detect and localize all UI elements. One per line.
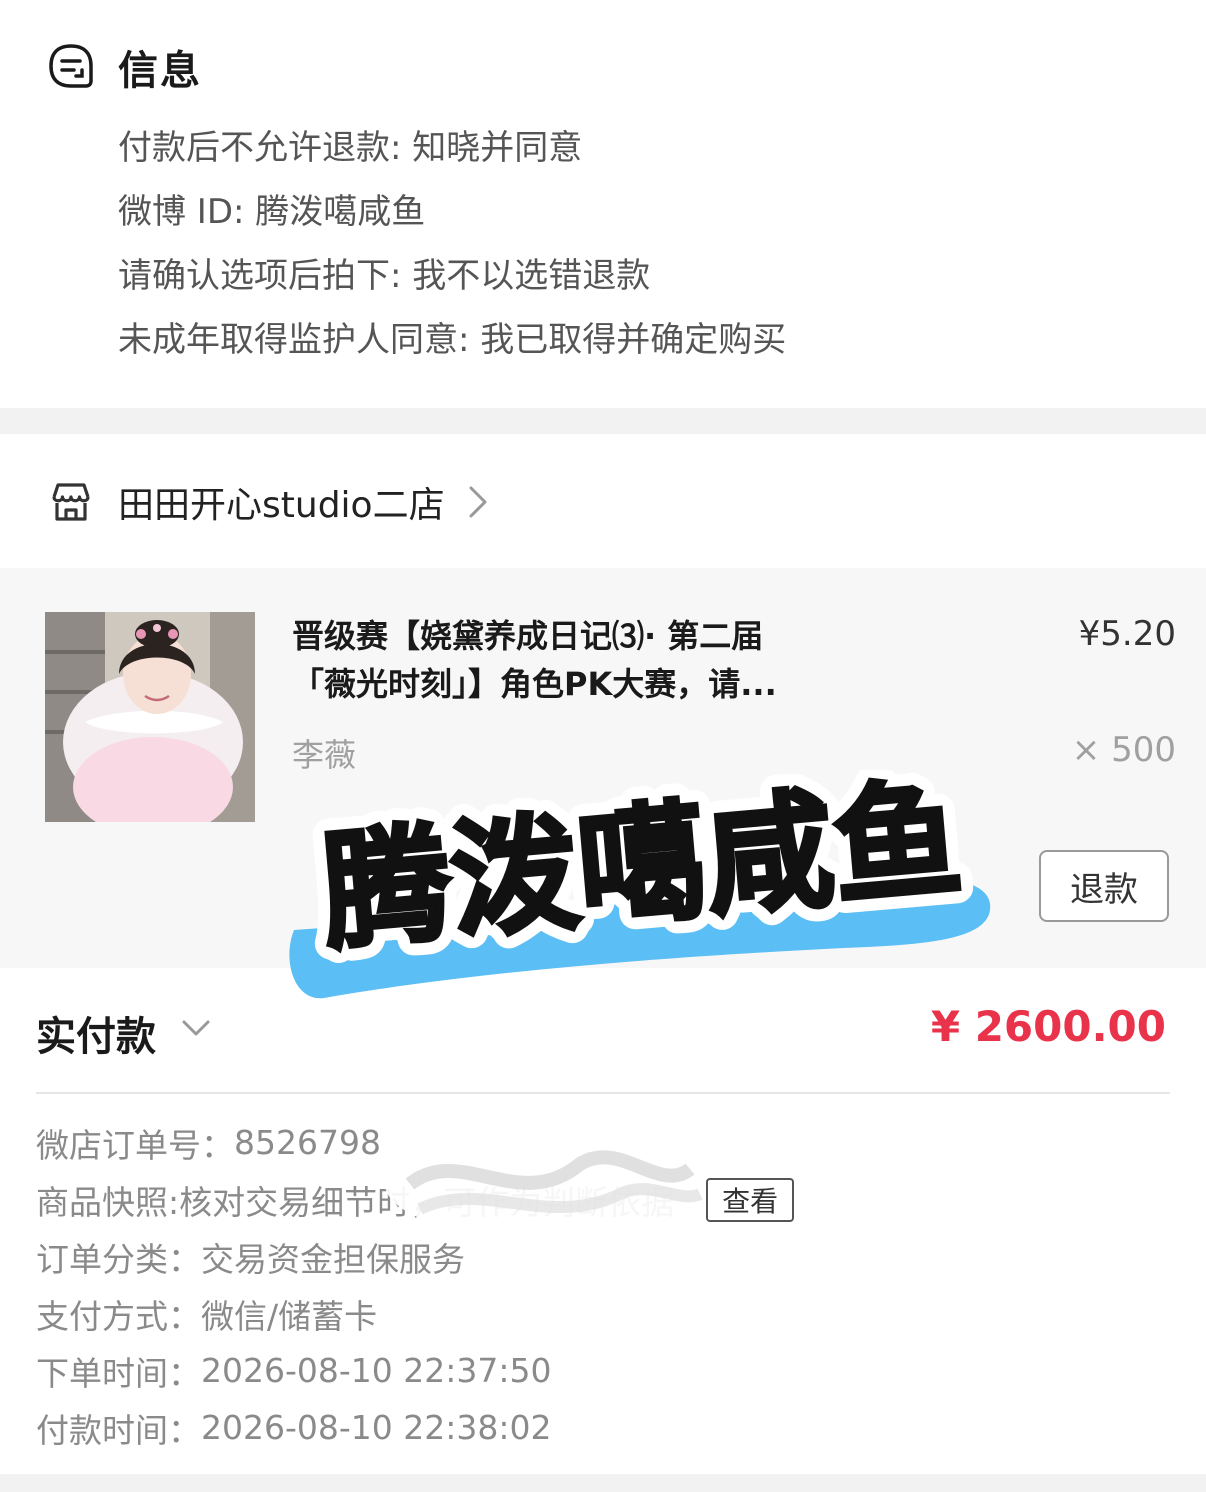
product-title[interactable]: 晋级赛【娆黛养成日记⑶· 第二届 「薇光时刻」】角色PK大赛，请... (292, 612, 872, 708)
paid-amount: ¥ 2600.00 (930, 1002, 1166, 1051)
product-title-line-2: 「薇光时刻」】角色PK大赛，请... (292, 665, 777, 703)
product-title-line-1: 晋级赛【娆黛养成日记⑶· 第二届 (292, 617, 764, 655)
store-icon (52, 483, 90, 521)
paid-row: 实付款 ¥ 2600.00 (36, 1002, 1170, 1064)
order-time-label: 下单时间： (36, 1353, 201, 1393)
divider (36, 1092, 1170, 1094)
detail-category: 订单分类： 交易资金担保服务 (36, 1228, 1176, 1285)
shop-name: 田田开心studio二店 (118, 485, 445, 526)
info-line-guardian-consent: 未成年取得监护人同意: 我已取得并确定购买 (118, 320, 787, 360)
detail-snapshot: 商品快照: 核对交易细节时，可作为判断依据 查看 (36, 1171, 1176, 1228)
order-section: 田田开心studio二店 晋级赛【娆黛养成日记⑶· 第二届 「薇光时刻」】角色P… (0, 434, 1206, 1474)
product-quantity: × 500 (1071, 730, 1176, 770)
pay-method-value: 微信/储蓄卡 (201, 1296, 378, 1336)
snapshot-value: 核对交易细节时，可作为判断依据 (179, 1182, 675, 1222)
info-line-weibo-id: 微博 ID: 腾泼噶咸鱼 (118, 192, 426, 232)
detail-pay-method: 支付方式： 微信/储蓄卡 (36, 1285, 1176, 1342)
message-icon (49, 44, 93, 88)
product-image (45, 612, 255, 822)
detail-order-time: 下单时间： 2026-08-10 22:37:50 (36, 1342, 1176, 1399)
pay-time-label: 付款时间： (36, 1410, 201, 1450)
snapshot-label: 商品快照: (36, 1182, 180, 1222)
product-sku: 李薇 (292, 736, 357, 774)
chevron-right-icon (469, 486, 487, 518)
refund-button[interactable]: 退款 (1039, 850, 1169, 922)
product-thumbnail[interactable] (45, 612, 255, 822)
detail-order-number: 微店订单号： 8526798 (36, 1114, 1176, 1171)
category-label: 订单分类： (36, 1239, 201, 1279)
info-title: 信息 (118, 48, 202, 94)
order-number-value[interactable]: 8526798 (234, 1123, 381, 1162)
info-lines: 付款后不允许退款: 知晓并同意 微博 ID: 腾泼噶咸鱼 请确认选项后拍下: 我… (118, 120, 786, 376)
info-header: 信息 (46, 38, 202, 96)
category-value: 交易资金担保服务 (201, 1239, 465, 1279)
shop-link[interactable]: 田田开心studio二店 (46, 472, 489, 532)
chevron-down-icon[interactable] (180, 1016, 212, 1040)
order-item[interactable]: 晋级赛【娆黛养成日记⑶· 第二届 「薇光时刻」】角色PK大赛，请... ¥5.2… (0, 568, 1206, 968)
pay-method-label: 支付方式： (36, 1296, 201, 1336)
order-time-value: 2026-08-10 22:37:50 (201, 1351, 552, 1390)
info-line-confirm-option: 请确认选项后拍下: 我不以选错退款 (118, 256, 651, 296)
pay-time-value: 2026-08-10 22:38:02 (201, 1408, 552, 1447)
view-snapshot-button[interactable]: 查看 (706, 1177, 795, 1222)
paid-label: 实付款 (36, 1014, 156, 1060)
product-price: ¥5.20 (1078, 614, 1176, 654)
info-line-refund-policy: 付款后不允许退款: 知晓并同意 (118, 128, 583, 168)
order-number-label: 微店订单号： (36, 1125, 234, 1165)
info-section: 信息 付款后不允许退款: 知晓并同意 微博 ID: 腾泼噶咸鱼 请确认选项后拍下… (0, 0, 1206, 408)
order-details: 微店订单号： 8526798 商品快照: 核对交易细节时，可作为判断依据 查看 … (36, 1114, 1176, 1456)
detail-pay-time: 付款时间： 2026-08-10 22:38:02 (36, 1399, 1176, 1456)
